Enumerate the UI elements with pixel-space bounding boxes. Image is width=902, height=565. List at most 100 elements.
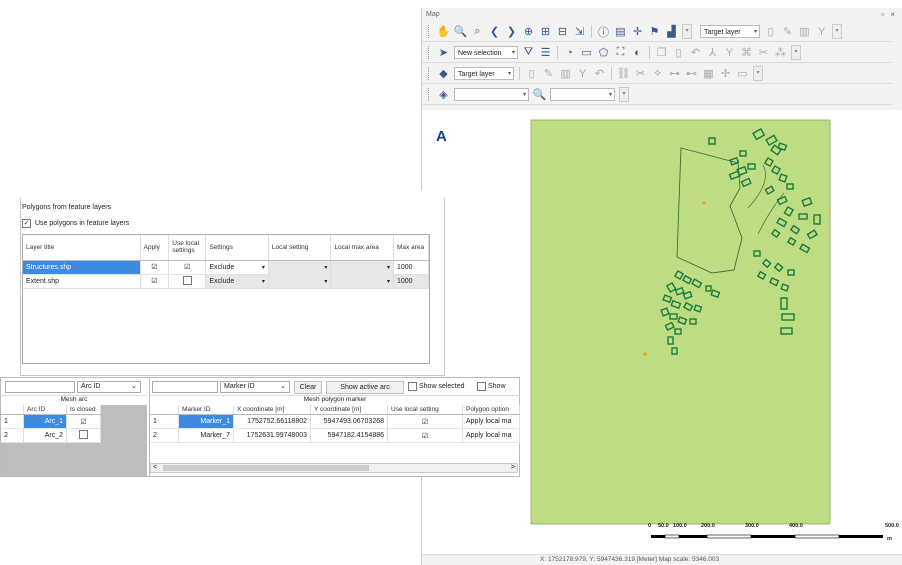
layers-icon[interactable]: ◈ [436,87,451,102]
select-tool-icon[interactable]: ⇲ [572,24,587,39]
add-node-icon[interactable]: ✢ [718,66,733,81]
back-icon[interactable]: ❮ [487,24,502,39]
local-setting-select[interactable]: ▾ [268,260,332,275]
chevron-down-icon[interactable]: ▾ [387,264,390,271]
local-max-area-select[interactable]: ▾ [330,260,394,275]
undo-icon[interactable]: ↶ [688,45,703,60]
y-coordinate-cell[interactable]: 5947182.4154886 [310,428,388,443]
cut-icon[interactable]: ✂ [633,66,648,81]
chevron-down-icon[interactable]: ▾ [324,264,327,271]
settings-select[interactable]: Exclude ▾ [205,274,269,289]
is-closed-checkbox[interactable]: ☑ [66,414,101,429]
table-row[interactable]: 1 Arc_1 ☑ [1,414,101,429]
x-coordinate-cell[interactable]: 1752752.66118802 [233,414,311,429]
vertex-icon[interactable]: Y [814,24,829,39]
table-row[interactable]: Structures.shp ☑ ☑ Exclude ▾ ▾ ▾ 1000 [23,260,430,275]
forward-icon[interactable]: ❯ [504,24,519,39]
delete-icon[interactable]: ▥ [797,24,812,39]
select-arrow-icon[interactable]: ➤ [436,45,451,60]
checkbox-icon[interactable]: ✓ [22,219,31,228]
polygon-option-cell[interactable]: Apply local ma [462,428,520,443]
local-max-area-select[interactable]: ▾ [330,274,394,289]
polygon-option-cell[interactable]: Apply local ma [462,414,520,429]
checkbox-icon[interactable] [408,382,417,391]
header-local-setting[interactable]: Local setting [268,235,332,261]
marker-id-cell[interactable]: Marker_7 [178,428,234,443]
header-polygon-option[interactable]: Polygon option [462,405,520,415]
apply-checkbox[interactable]: ☑ [140,274,170,289]
arc-filter-field-select[interactable]: Arc ID ⌄ [77,381,141,393]
header-max-area[interactable]: Max area [393,235,430,261]
table-row[interactable]: 2 Arc_2 [1,428,101,443]
marker-filter-input[interactable] [152,381,218,393]
show-active-arc-button[interactable]: Show active arc [326,381,404,394]
header-x-coordinate[interactable]: X coordinate [m] [233,405,311,415]
selection-mode-select[interactable]: New selection ▾ [454,46,518,59]
header-is-closed[interactable]: Is closed [66,405,101,415]
chevron-down-icon[interactable]: ▾ [324,278,327,285]
use-local-checkbox[interactable]: ☑ [387,414,463,429]
table-row[interactable]: 2 Marker_7 1752631.99748003 5947182.4154886… [150,428,520,443]
cell-layer[interactable]: Extent.shp [23,274,141,289]
chevron-down-icon[interactable]: ⌄ [131,382,137,392]
toolbar-overflow[interactable]: ▾ [791,45,801,60]
header-y-coordinate[interactable]: Y coordinate [m] [310,405,388,415]
toolbar-overflow[interactable]: ▾ [682,24,692,39]
pan-icon[interactable]: ✋ [436,24,451,39]
y-coordinate-cell[interactable]: 5947493.06703268 [310,414,388,429]
x-coordinate-cell[interactable]: 1752631.99748003 [233,428,311,443]
header-marker-id[interactable]: Marker ID [178,405,234,415]
snap-icon[interactable]: ⊶ [667,66,682,81]
grid-icon[interactable]: ▦ [701,66,716,81]
table-row[interactable]: 1 Marker_1 1752752.66118802 5947493.0670326… [150,414,520,429]
arc-id-cell[interactable]: Arc_1 [23,414,67,429]
toolbar-overflow[interactable]: ▾ [753,66,763,81]
chevron-down-icon[interactable]: ▾ [387,278,390,285]
edit-pen-icon[interactable]: ✎ [780,24,795,39]
edit-target-layer-select[interactable]: Target layer ▾ [454,67,514,80]
header-local-max-area[interactable]: Local max area [330,235,394,261]
header-settings[interactable]: Settings [205,235,269,261]
layers-icon[interactable]: ◆ [436,66,451,81]
search-layer-select[interactable]: ▾ [454,88,529,101]
is-closed-checkbox[interactable] [66,428,101,443]
toolbar-overflow[interactable]: ▾ [619,87,629,102]
toolbar-grip[interactable] [428,67,432,80]
scroll-left-icon[interactable]: < [153,464,157,472]
use-polygons-checkbox[interactable]: ✓ Use polygons in feature layers [22,219,129,228]
window-controls[interactable]: ▫ × [881,10,897,19]
target-layer-select[interactable]: Target layer ▾ [700,25,760,38]
rectangle-icon[interactable]: ▭ [735,66,750,81]
marker-id-cell[interactable]: Marker_1 [178,414,234,429]
arc-id-cell[interactable]: Arc_2 [23,428,67,443]
max-area-cell[interactable]: 1000 [393,274,430,289]
max-area-cell[interactable]: 1000 [393,260,430,275]
search-icon[interactable]: 🔍 [532,87,547,102]
crosshair-icon[interactable]: ✛ [630,24,645,39]
zoom-selection-icon[interactable]: ⊟ [555,24,570,39]
edit-pen-icon[interactable]: ✎ [541,66,556,81]
rectangle-select-icon[interactable]: ▭ [579,45,594,60]
checkbox-icon[interactable] [477,382,486,391]
scrollbar-thumb[interactable] [163,465,369,471]
use-local-checkbox[interactable] [168,274,207,289]
cut-icon[interactable]: ✂ [756,45,771,60]
clear-button[interactable]: Clear [294,381,322,394]
new-feature-icon[interactable]: ▯ [524,66,539,81]
use-local-checkbox[interactable]: ☑ [168,260,207,275]
polygon-select-icon[interactable]: ⬠ [596,45,611,60]
toolbar-overflow[interactable]: ▾ [832,24,842,39]
search-field-select[interactable]: ▾ [550,88,615,101]
map-drawing[interactable] [422,110,902,555]
chevron-down-icon[interactable]: ▾ [262,278,265,285]
undo-icon[interactable]: ↶ [592,66,607,81]
snap-vertex-icon[interactable]: ⊷ [684,66,699,81]
clear-selection-icon[interactable]: ⛶ [613,45,628,60]
cell-layer[interactable]: Structures.shp [23,260,141,275]
lasso-icon[interactable]: ◔ [562,45,577,60]
vertex-icon[interactable]: Y [575,66,590,81]
settings-select[interactable]: Exclude ▾ [205,260,269,275]
zoom-out-icon[interactable]: ⌕ [470,24,485,39]
header-layer-title[interactable]: Layer title [23,235,141,261]
invert-selection-icon[interactable]: ◐ [630,45,645,60]
